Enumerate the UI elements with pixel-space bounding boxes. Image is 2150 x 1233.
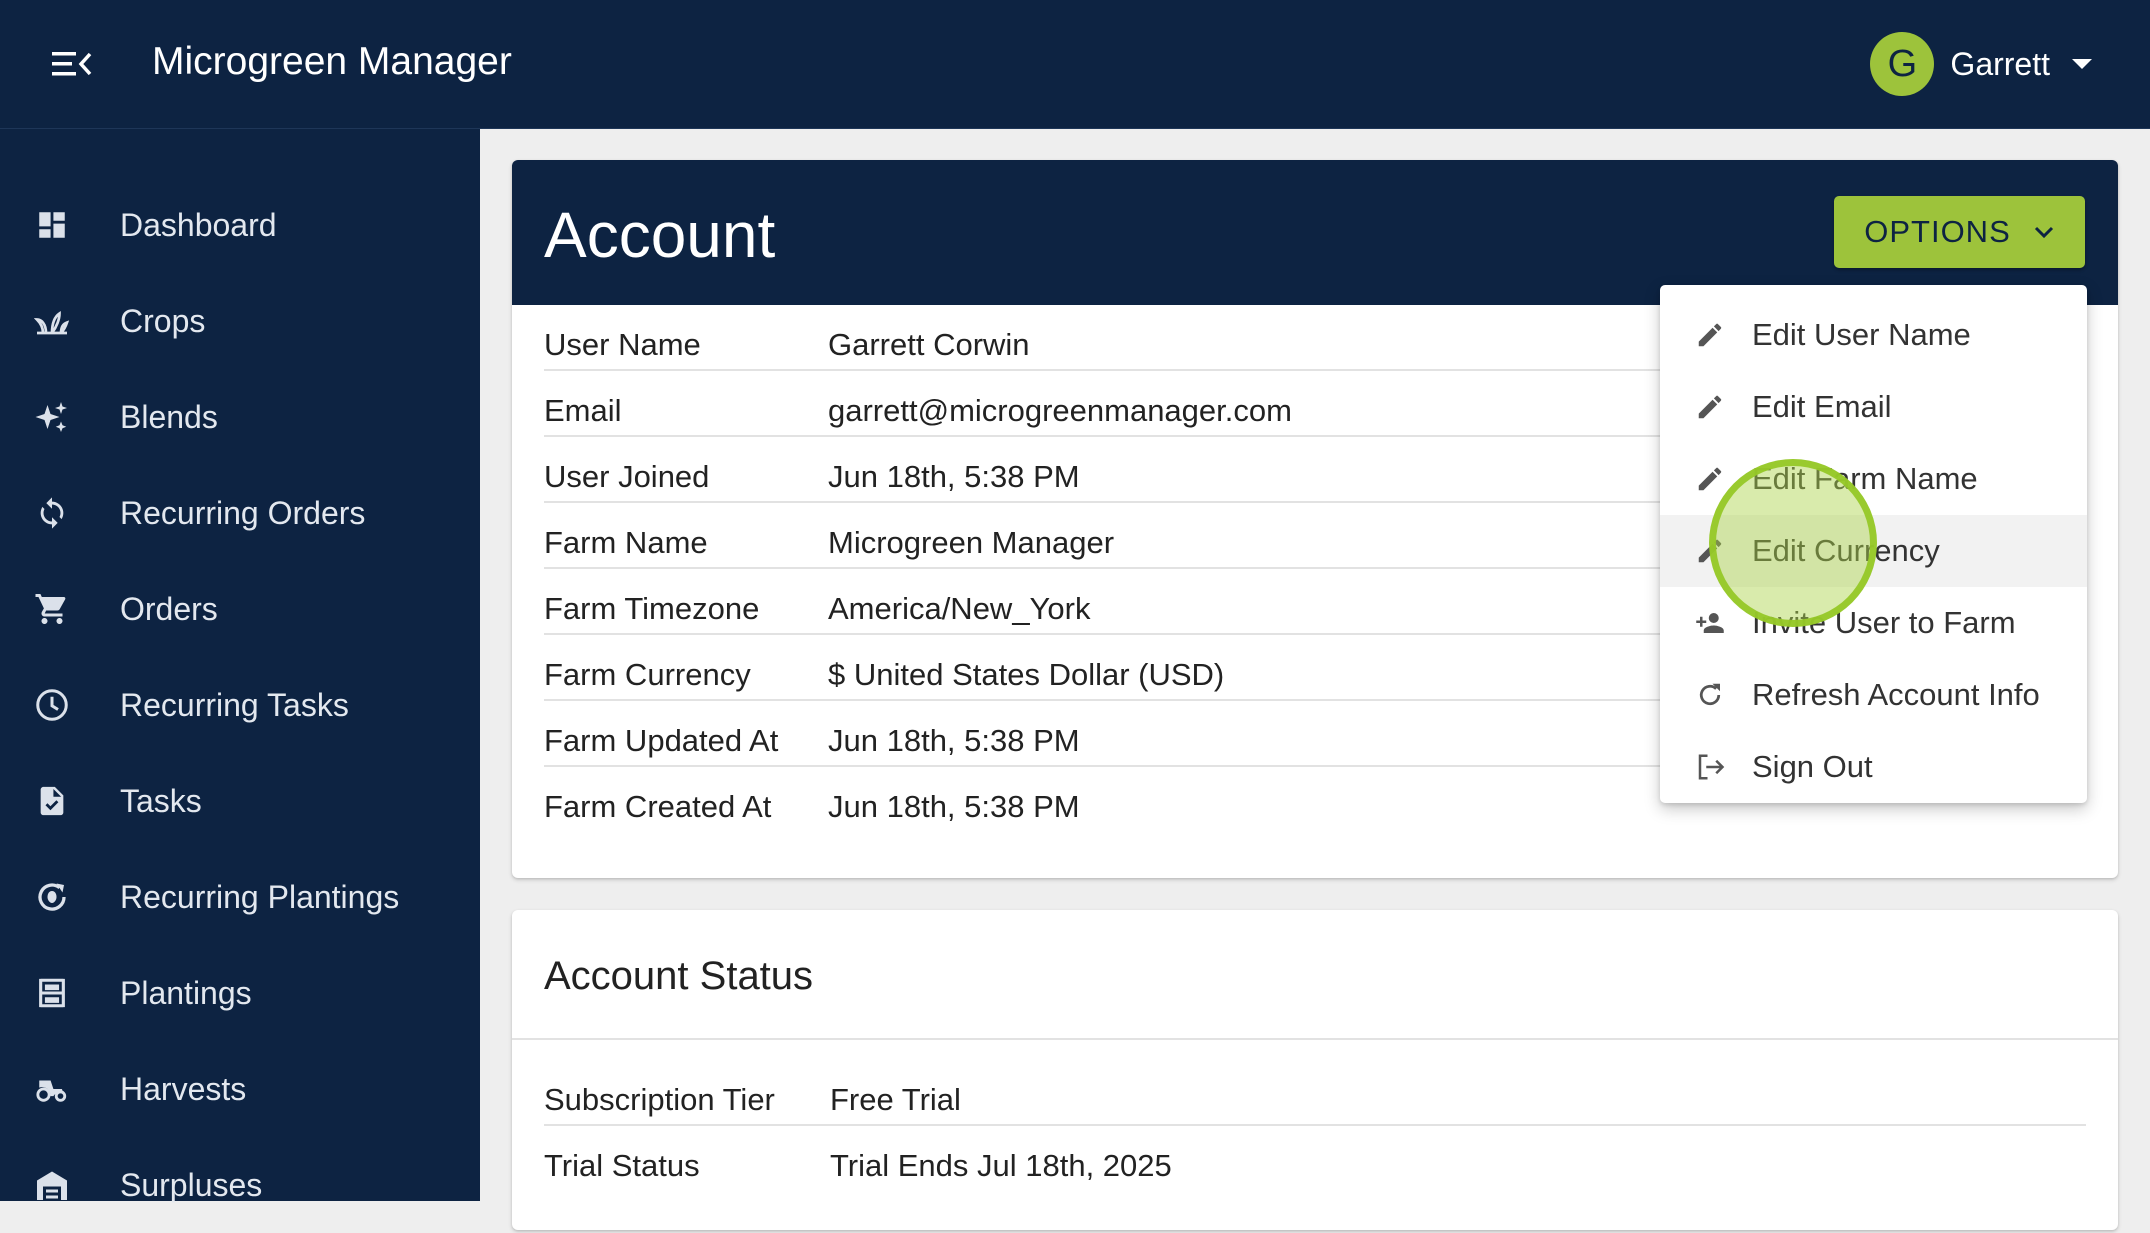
row-value: Jun 18th, 5:38 PM: [828, 789, 1080, 824]
clock-icon: [32, 685, 72, 725]
pencil-icon: [1692, 389, 1728, 425]
account-card-header: Account OPTIONS: [512, 160, 2118, 305]
menu-item-edit-user-name[interactable]: Edit User Name: [1660, 299, 2087, 371]
menu-item-edit-farm-name[interactable]: Edit Farm Name: [1660, 443, 2087, 515]
menu-item-label: Edit User Name: [1752, 317, 1971, 352]
row-value: Free Trial: [830, 1082, 961, 1117]
cart-icon: [32, 589, 72, 629]
refresh-icon: [1692, 677, 1728, 713]
menu-item-edit-email[interactable]: Edit Email: [1660, 371, 2087, 443]
row-label: Farm Currency: [544, 657, 751, 692]
sparkle-icon: [32, 397, 72, 437]
section-title: Account Status: [544, 954, 814, 998]
sign-out-icon: [1692, 749, 1728, 785]
warehouse-icon: [32, 1165, 72, 1205]
menu-item-refresh-account-info[interactable]: Refresh Account Info: [1660, 659, 2087, 731]
sidebar-item-label: Dashboard: [120, 206, 277, 243]
user-menu-button[interactable]: G Garrett: [1870, 32, 2092, 96]
row-label: User Name: [544, 327, 701, 362]
menu-item-label: Refresh Account Info: [1752, 677, 2040, 712]
table-row: Subscription Tier Free Trial: [544, 1060, 2086, 1126]
options-menu: Edit User Name Edit Email Edit Farm Name…: [1660, 285, 2087, 803]
pencil-icon: [1692, 533, 1728, 569]
sidebar-item-label: Orders: [120, 590, 218, 627]
menu-item-invite-user[interactable]: Invite User to Farm: [1660, 587, 2087, 659]
tractor-icon: [32, 1069, 72, 1109]
sidebar-item-recurring-plantings[interactable]: Recurring Plantings: [0, 849, 480, 945]
row-label: User Joined: [544, 459, 710, 494]
sidebar: Dashboard Crops Blends Recurring Orders …: [0, 129, 480, 1203]
table-row: Trial Status Trial Ends Jul 18th, 2025: [544, 1126, 2086, 1192]
sidebar-item-label: Blends: [120, 398, 218, 435]
sidebar-item-label: Recurring Plantings: [120, 878, 400, 915]
row-value: $ United States Dollar (USD): [828, 657, 1225, 692]
sidebar-item-surpluses[interactable]: Surpluses: [0, 1137, 480, 1233]
chevron-down-icon: [2034, 226, 2053, 239]
account-status-card: Account Status Subscription Tier Free Tr…: [512, 910, 2118, 1230]
task-file-icon: [32, 781, 72, 821]
menu-collapse-icon[interactable]: [46, 44, 98, 84]
pencil-icon: [1692, 461, 1728, 497]
row-value: Jun 18th, 5:38 PM: [828, 723, 1080, 758]
sidebar-item-label: Surpluses: [120, 1166, 263, 1203]
sidebar-item-label: Recurring Orders: [120, 494, 366, 531]
menu-item-label: Edit Farm Name: [1752, 461, 1978, 496]
row-value: Microgreen Manager: [828, 525, 1115, 560]
options-button[interactable]: OPTIONS: [1834, 196, 2085, 268]
pencil-icon: [1692, 317, 1728, 353]
account-status-table: Subscription Tier Free Trial Trial Statu…: [544, 1060, 2086, 1192]
menu-item-label: Invite User to Farm: [1752, 605, 2016, 640]
row-label: Email: [544, 393, 622, 428]
menu-item-sign-out[interactable]: Sign Out: [1660, 731, 2087, 803]
row-value: Jun 18th, 5:38 PM: [828, 459, 1080, 494]
seed-cycle-icon: [32, 877, 72, 917]
menu-item-edit-currency[interactable]: Edit Currency: [1660, 515, 2087, 587]
avatar: G: [1870, 32, 1935, 96]
divider: [512, 1038, 2118, 1040]
sidebar-item-recurring-tasks[interactable]: Recurring Tasks: [0, 657, 480, 753]
row-label: Farm Updated At: [544, 723, 779, 758]
dashboard-icon: [32, 205, 72, 245]
sidebar-item-harvests[interactable]: Harvests: [0, 1041, 480, 1137]
top-app-bar: Microgreen Manager G Garrett: [0, 0, 2150, 129]
sidebar-item-label: Crops: [120, 302, 206, 339]
sidebar-item-label: Tasks: [120, 782, 202, 819]
row-value: Trial Ends Jul 18th, 2025: [830, 1148, 1172, 1183]
sidebar-item-label: Recurring Tasks: [120, 686, 349, 723]
sidebar-item-recurring-orders[interactable]: Recurring Orders: [0, 465, 480, 561]
page-title: Account: [544, 199, 776, 271]
sidebar-item-orders[interactable]: Orders: [0, 561, 480, 657]
row-label: Trial Status: [544, 1148, 700, 1183]
caret-down-icon: [2072, 59, 2092, 69]
sidebar-item-crops[interactable]: Crops: [0, 273, 480, 369]
sprout-icon: [32, 301, 72, 341]
sidebar-item-label: Plantings: [120, 974, 252, 1011]
row-label: Farm Name: [544, 525, 708, 560]
user-name: Garrett: [1950, 45, 2050, 82]
sidebar-item-blends[interactable]: Blends: [0, 369, 480, 465]
app-title: Microgreen Manager: [152, 40, 512, 83]
sidebar-item-label: Harvests: [120, 1070, 247, 1107]
row-label: Farm Created At: [544, 789, 772, 824]
row-label: Farm Timezone: [544, 591, 760, 626]
row-value: America/New_York: [828, 591, 1091, 626]
menu-item-label: Edit Currency: [1752, 533, 1940, 568]
row-label: Subscription Tier: [544, 1082, 775, 1117]
sidebar-item-dashboard[interactable]: Dashboard: [0, 177, 480, 273]
sidebar-item-plantings[interactable]: Plantings: [0, 945, 480, 1041]
options-button-label: OPTIONS: [1864, 214, 2011, 249]
row-value: garrett@microgreenmanager.com: [828, 393, 1292, 428]
menu-item-label: Edit Email: [1752, 389, 1892, 424]
add-user-icon: [1692, 605, 1728, 641]
row-value: Garrett Corwin: [828, 327, 1030, 362]
repeat-icon: [32, 493, 72, 533]
sidebar-item-tasks[interactable]: Tasks: [0, 753, 480, 849]
menu-item-label: Sign Out: [1752, 749, 1873, 784]
rack-icon: [32, 973, 72, 1013]
